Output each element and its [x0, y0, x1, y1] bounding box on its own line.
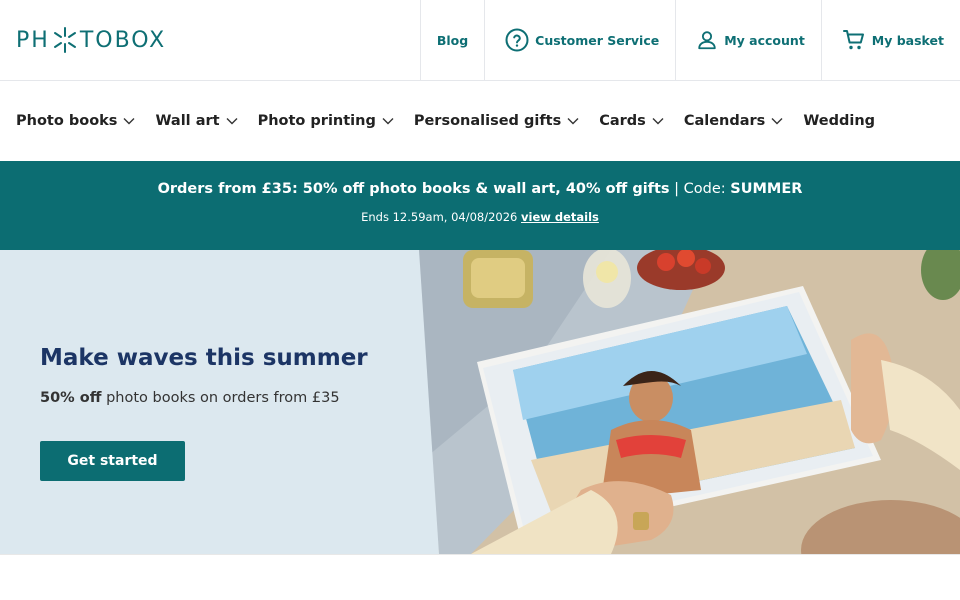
promo-code: SUMMER — [730, 181, 803, 197]
promo-headline: Orders from £35: 50% off photo books & w… — [0, 181, 960, 197]
get-started-button[interactable]: Get started — [40, 441, 185, 481]
hero-subtitle-rest: photo books on orders from £35 — [101, 390, 340, 406]
chevron-down-icon — [567, 118, 579, 125]
chevron-down-icon — [123, 118, 135, 125]
nav-item-label: Wedding — [803, 113, 876, 129]
my-account-link[interactable]: My account — [675, 0, 821, 80]
help-circle-icon — [505, 28, 529, 52]
my-basket-label: My basket — [871, 32, 944, 48]
nav-item-personalised-gifts[interactable]: Personalised gifts — [414, 113, 579, 129]
nav-item-photo-books[interactable]: Photo books — [16, 113, 135, 129]
nav-item-wall-art[interactable]: Wall art — [155, 113, 238, 129]
hero-title: Make waves this summer — [40, 345, 368, 371]
photobox-logo[interactable]: PH TOBOX — [16, 24, 166, 56]
hero-subtitle: 50% off photo books on orders from £35 — [40, 390, 340, 406]
nav-item-label: Calendars — [683, 113, 766, 129]
promo-expiry: Ends 12.59am, 04/08/2026 view details — [0, 210, 960, 224]
promo-banner: Orders from £35: 50% off photo books & w… — [0, 161, 960, 250]
chevron-down-icon — [382, 118, 394, 125]
nav-item-cards[interactable]: Cards — [599, 113, 664, 129]
main-navigation: Photo books Wall art Photo printing Pers… — [0, 81, 960, 161]
my-account-label: My account — [724, 32, 805, 48]
chevron-down-icon — [771, 118, 783, 125]
logo-text-left: PH — [16, 27, 50, 53]
my-basket-link[interactable]: My basket — [820, 0, 960, 80]
page-content-area — [0, 554, 960, 600]
logo-wordmark: PH TOBOX — [16, 26, 166, 54]
promo-ends: Ends 12.59am, 04/08/2026 — [361, 210, 522, 224]
nav-item-label: Cards — [599, 113, 646, 129]
nav-item-calendars[interactable]: Calendars — [684, 113, 784, 129]
logo-spark-icon — [53, 27, 76, 53]
hero-photo-book-image — [411, 250, 960, 554]
nav-item-photo-printing[interactable]: Photo printing — [258, 113, 394, 129]
top-header: PH TOBOX Blog Customer Service My accoun… — [0, 0, 960, 81]
promo-offer: Orders from £35: 50% off photo books & w… — [157, 181, 670, 197]
user-icon — [698, 31, 716, 50]
nav-item-label: Wall art — [155, 113, 220, 129]
hero-discount: 50% off — [40, 390, 102, 406]
nav-item-label: Personalised gifts — [413, 113, 562, 129]
nav-item-wedding[interactable]: Wedding — [803, 113, 875, 129]
customer-service-link[interactable]: Customer Service — [484, 0, 675, 80]
hero-section: Make waves this summer 50% off photo boo… — [0, 250, 960, 554]
chevron-down-icon — [652, 118, 664, 125]
customer-service-label: Customer Service — [535, 32, 660, 48]
view-details-link[interactable]: view details — [521, 210, 599, 224]
utility-links: Blog Customer Service My account My bask… — [419, 0, 960, 80]
promo-code-prefix: | Code: — [669, 181, 731, 197]
logo-text-right: TOBOX — [79, 27, 167, 53]
cart-icon — [842, 30, 864, 50]
nav-item-label: Photo printing — [257, 113, 376, 129]
chevron-down-icon — [226, 118, 238, 125]
blog-label: Blog — [436, 32, 469, 48]
blog-link[interactable]: Blog — [419, 0, 484, 80]
nav-item-label: Photo books — [16, 113, 118, 129]
